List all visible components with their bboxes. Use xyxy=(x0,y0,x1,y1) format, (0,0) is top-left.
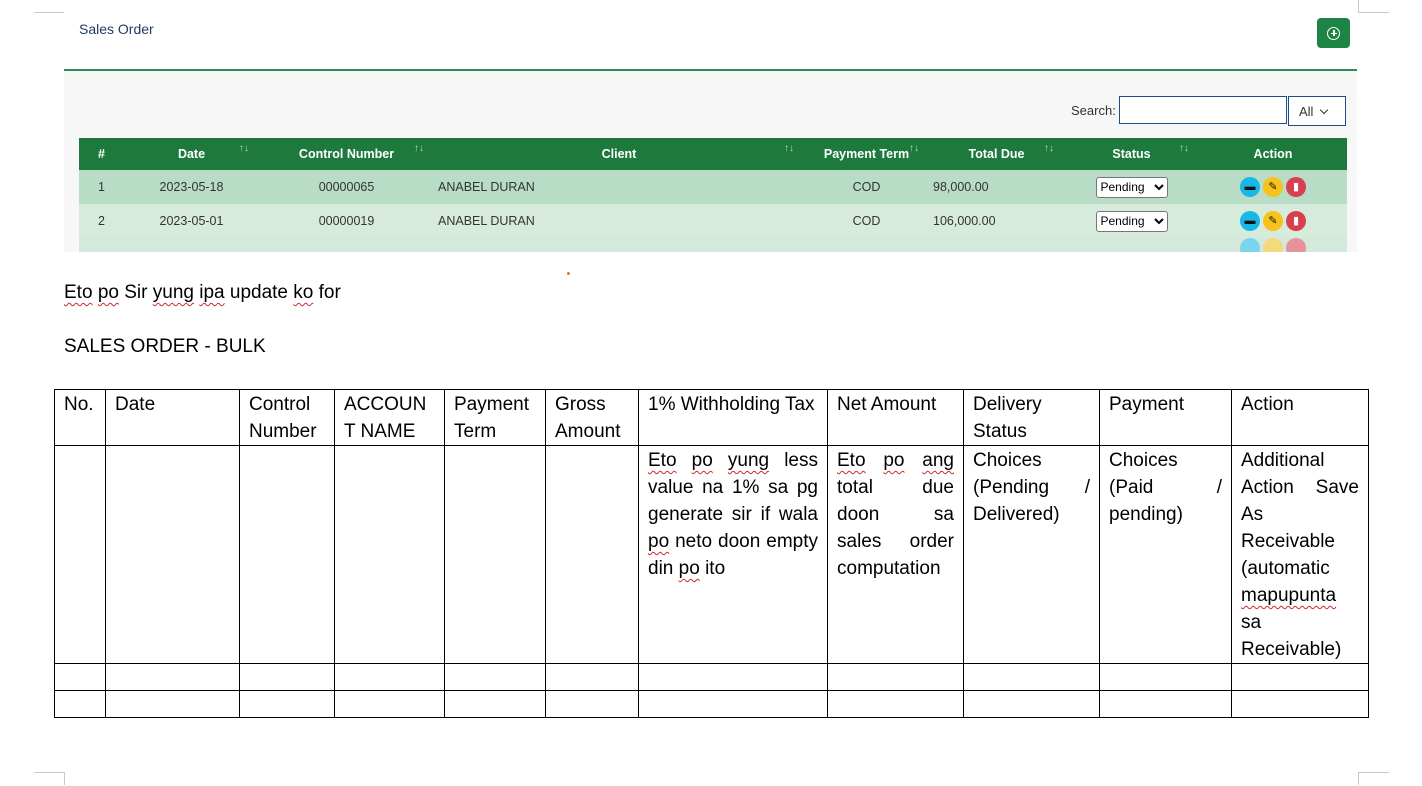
requirements-header-row: No. Date Control Number ACCOUNT NAME Pay… xyxy=(54,389,1369,446)
status-select[interactable]: Pending xyxy=(1095,176,1168,198)
row-number: 1 xyxy=(79,170,124,204)
net-amount-note: Eto po ang total due doon sa sales order… xyxy=(827,445,964,664)
req-header-account-name: ACCOUNT NAME xyxy=(334,389,445,446)
row-client: ANABEL DURAN xyxy=(434,204,804,238)
delivery-status-note: Choices (Pending / Delivered) xyxy=(963,445,1100,664)
sales-order-app-screenshot: Sales Order Search: All # Date ↑↓ Control… xyxy=(64,0,1357,252)
req-header-payment: Payment xyxy=(1099,389,1232,446)
row-control-number: 00000019 xyxy=(259,204,434,238)
row-total-due: 98,000.00 xyxy=(929,170,1064,204)
table-row-cutoff xyxy=(79,238,1347,252)
row-actions xyxy=(1199,238,1347,252)
req-header-gross-amount: Gross Amount xyxy=(545,389,639,446)
delete-icon xyxy=(1286,238,1306,252)
sort-icon[interactable]: ↑↓ xyxy=(909,143,919,154)
table-row[interactable]: 2 2023-05-01 00000019 ANABEL DURAN COD 1… xyxy=(79,204,1347,238)
search-label: Search: xyxy=(1071,103,1116,118)
row-actions: ▬ ✎ ▮ xyxy=(1199,170,1347,204)
sort-icon[interactable]: ↑↓ xyxy=(414,143,424,154)
page-title: Sales Order xyxy=(79,21,154,37)
withholding-note: Eto po yung less value na 1% sa pg gener… xyxy=(638,445,828,664)
print-icon xyxy=(1240,238,1260,252)
row-status: Pending xyxy=(1064,170,1199,204)
print-icon[interactable]: ▬ xyxy=(1240,211,1260,231)
sort-icon[interactable]: ↑↓ xyxy=(1044,143,1054,154)
delete-icon[interactable]: ▮ xyxy=(1286,211,1306,231)
search-filter-select[interactable]: All xyxy=(1288,96,1346,126)
req-header-withholding-tax: 1% Withholding Tax xyxy=(638,389,828,446)
crop-mark-bottom-left xyxy=(34,772,65,785)
req-header-control-number: Control Number xyxy=(239,389,335,446)
col-header-status[interactable]: Status ↑↓ xyxy=(1064,138,1199,170)
requirements-empty-row xyxy=(54,663,1369,691)
row-date: 2023-05-18 xyxy=(124,170,259,204)
row-payment-term: COD xyxy=(804,204,929,238)
col-header-number[interactable]: # xyxy=(79,138,124,170)
row-total-due: 106,000.00 xyxy=(929,204,1064,238)
crop-mark-top-right xyxy=(1358,0,1389,13)
action-note: Additional Action Save As Receivable (au… xyxy=(1231,445,1369,664)
col-header-date[interactable]: Date ↑↓ xyxy=(124,138,259,170)
table-row[interactable]: 1 2023-05-18 00000065 ANABEL DURAN COD 9… xyxy=(79,170,1347,204)
requirements-notes-row: Eto po yung less value na 1% sa pg gener… xyxy=(54,445,1369,664)
req-header-net-amount: Net Amount xyxy=(827,389,964,446)
search-input[interactable] xyxy=(1119,96,1287,124)
crop-mark-bottom-right xyxy=(1358,772,1389,785)
payment-note: Choices (Paid / pending) xyxy=(1099,445,1232,664)
edit-icon[interactable]: ✎ xyxy=(1263,177,1283,197)
requirements-empty-row xyxy=(54,690,1369,718)
table-header-row: # Date ↑↓ Control Number ↑↓ Client ↑↓ Payme… xyxy=(79,138,1347,170)
req-header-no: No. xyxy=(54,389,106,446)
requirements-table: No. Date Control Number ACCOUNT NAME Pay… xyxy=(54,389,1369,718)
status-select[interactable]: Pending xyxy=(1095,210,1168,232)
row-actions: ▬ ✎ ▮ xyxy=(1199,204,1347,238)
doc-note-line: Eto po Sir yung ipa update ko for xyxy=(64,282,341,303)
row-date: 2023-05-01 xyxy=(124,204,259,238)
row-control-number: 00000065 xyxy=(259,170,434,204)
sort-icon[interactable]: ↑↓ xyxy=(1179,143,1189,154)
sort-icon[interactable]: ↑↓ xyxy=(239,143,249,154)
plus-circle-icon xyxy=(1327,26,1340,40)
col-header-client[interactable]: Client ↑↓ xyxy=(434,138,804,170)
req-header-date: Date xyxy=(105,389,240,446)
req-header-action: Action xyxy=(1231,389,1369,446)
print-icon[interactable]: ▬ xyxy=(1240,177,1260,197)
row-client: ANABEL DURAN xyxy=(434,170,804,204)
chevron-down-icon xyxy=(1320,105,1329,114)
doc-section-heading: SALES ORDER - BULK xyxy=(64,336,266,357)
col-header-total-due[interactable]: Total Due ↑↓ xyxy=(929,138,1064,170)
stray-marker xyxy=(567,272,570,275)
col-header-payment-term[interactable]: Payment Term ↑↓ xyxy=(804,138,929,170)
crop-mark-top-left xyxy=(34,0,65,13)
edit-icon xyxy=(1263,238,1283,252)
row-payment-term: COD xyxy=(804,170,929,204)
delete-icon[interactable]: ▮ xyxy=(1286,177,1306,197)
col-header-action: Action xyxy=(1199,138,1347,170)
edit-icon[interactable]: ✎ xyxy=(1263,211,1283,231)
col-header-control-number[interactable]: Control Number ↑↓ xyxy=(259,138,434,170)
req-header-payment-term: Payment Term xyxy=(444,389,546,446)
search-filter-value: All xyxy=(1299,103,1314,119)
req-header-delivery-status: Delivery Status xyxy=(963,389,1100,446)
add-sales-order-button[interactable] xyxy=(1317,18,1350,48)
row-status: Pending xyxy=(1064,204,1199,238)
sales-order-table: # Date ↑↓ Control Number ↑↓ Client ↑↓ Payme… xyxy=(79,138,1347,252)
row-number: 2 xyxy=(79,204,124,238)
sort-icon[interactable]: ↑↓ xyxy=(784,143,794,154)
